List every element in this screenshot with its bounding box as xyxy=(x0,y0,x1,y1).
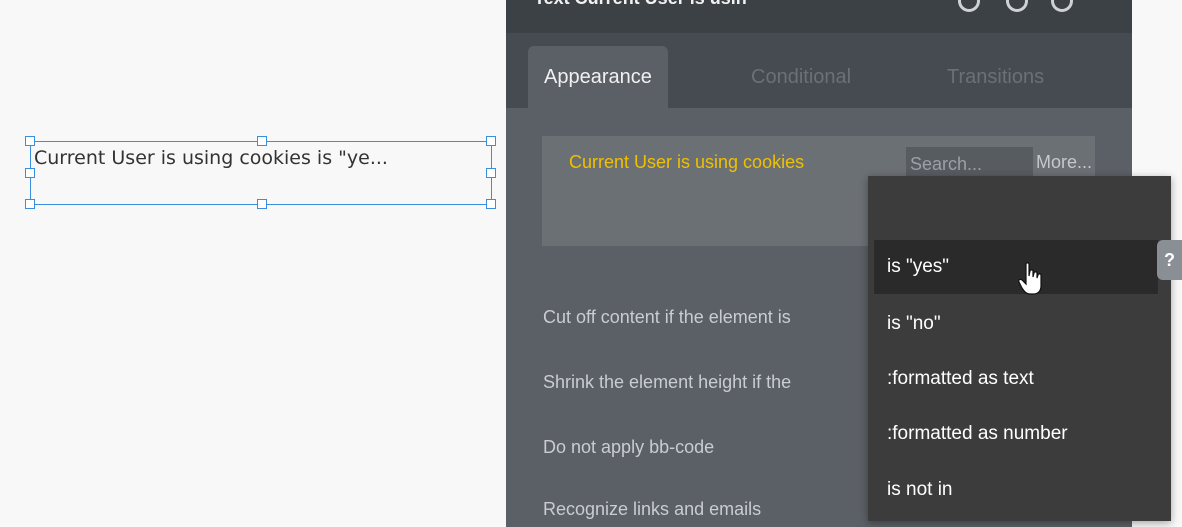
selected-text-element[interactable]: Current User is using cookies is "ye... xyxy=(25,136,496,209)
more-link[interactable]: More... xyxy=(1036,152,1092,173)
tab-transitions[interactable]: Transitions xyxy=(931,46,1060,108)
operator-dropdown: is "yes" is "no" :formatted as text :for… xyxy=(868,176,1171,521)
resize-handle-top-left[interactable] xyxy=(25,136,35,146)
panel-title-bar: Text Current User is usin xyxy=(506,0,1132,33)
tabs-bar: Appearance Conditional Transitions xyxy=(506,33,1132,108)
title-icon[interactable] xyxy=(958,0,980,12)
title-icon[interactable] xyxy=(1006,0,1028,12)
selected-text-content: Current User is using cookies is "ye... xyxy=(34,147,388,169)
property-shrink-height[interactable]: Shrink the element height if the xyxy=(543,372,791,393)
tab-conditional[interactable]: Conditional xyxy=(735,46,867,108)
resize-handle-top-right[interactable] xyxy=(486,136,496,146)
property-no-bb-code[interactable]: Do not apply bb-code xyxy=(543,437,714,458)
dropdown-item-is-yes[interactable]: is "yes" xyxy=(874,240,1158,294)
resize-handle-top-middle[interactable] xyxy=(257,136,267,146)
title-icon[interactable] xyxy=(1051,0,1073,12)
dropdown-item-formatted-as-number[interactable]: :formatted as number xyxy=(874,407,1158,461)
resize-handle-bottom-left[interactable] xyxy=(25,199,35,209)
dropdown-item-is-no[interactable]: is "no" xyxy=(874,297,1158,351)
dropdown-item-is-not-in[interactable]: is not in xyxy=(874,463,1158,517)
property-cut-off-content[interactable]: Cut off content if the element is xyxy=(543,307,791,328)
resize-handle-bottom-middle[interactable] xyxy=(257,199,267,209)
resize-handle-middle-right[interactable] xyxy=(486,168,496,178)
tab-appearance[interactable]: Appearance xyxy=(528,46,668,108)
hand-cursor-icon xyxy=(1018,262,1042,295)
expression-label[interactable]: Current User is using cookies xyxy=(569,152,804,173)
resize-handle-bottom-right[interactable] xyxy=(486,199,496,209)
property-recognize-links[interactable]: Recognize links and emails xyxy=(543,499,761,520)
dropdown-item-formatted-as-text[interactable]: :formatted as text xyxy=(874,352,1158,406)
resize-handle-middle-left[interactable] xyxy=(25,168,35,178)
panel-title: Text Current User is usin xyxy=(534,0,747,9)
help-icon[interactable]: ? xyxy=(1157,240,1182,280)
